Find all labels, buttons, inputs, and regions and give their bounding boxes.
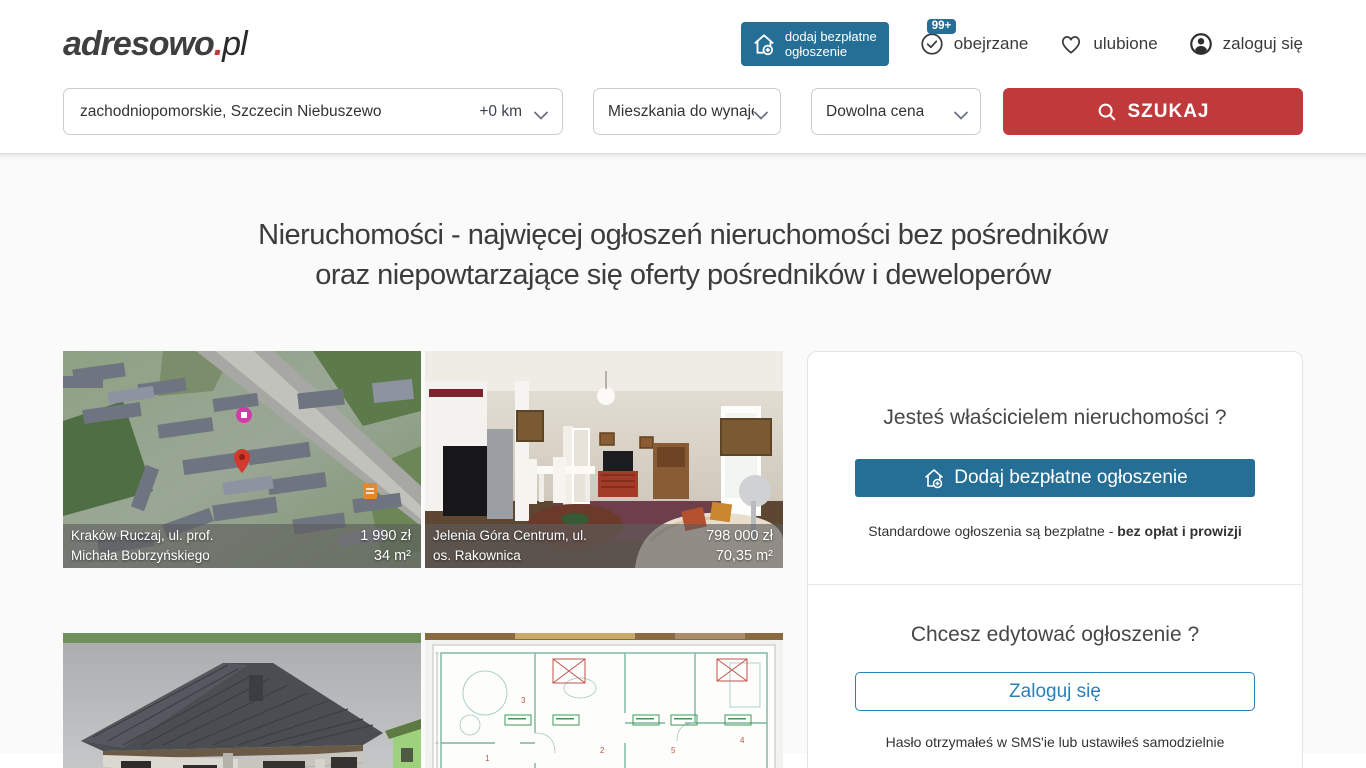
panel-divider — [808, 584, 1302, 585]
category-select[interactable]: Mieszkania do wynajęc — [593, 88, 781, 135]
owner-panel: Jesteś właścicielem nieruchomości ? Doda… — [807, 351, 1303, 768]
login-button-label: Zaloguj się — [1009, 681, 1101, 703]
header: adresowo.pl dodaj bezpłatne ogłoszenie 9… — [0, 0, 1366, 88]
heart-icon — [1058, 31, 1084, 57]
search-bar: zachodniopomorskie, Szczecin Niebuszewo … — [0, 88, 1366, 153]
chevron-down-icon — [754, 107, 768, 116]
edit-heading: Chcesz edytować ogłoszenie ? — [808, 623, 1302, 647]
owner-note: Standardowe ogłoszenia są bezpłatne - be… — [808, 523, 1302, 539]
nav-login[interactable]: zaloguj się — [1188, 31, 1303, 57]
add-listing-button-sidebar[interactable]: Dodaj bezpłatne ogłoszenie — [855, 459, 1255, 497]
user-circle-icon — [1188, 31, 1214, 57]
listing-card[interactable]: Kraków Ruczaj, ul. prof. Michała Bobrzyń… — [63, 351, 421, 568]
svg-text:5: 5 — [671, 746, 676, 755]
edit-note: Hasło otrzymałeś w SMS'ie lub ustawiłeś … — [808, 734, 1302, 750]
chevron-down-icon — [954, 107, 968, 116]
radius-value: +0 km — [479, 103, 534, 121]
price-select[interactable]: Dowolna cena — [811, 88, 981, 135]
search-button-label: SZUKAJ — [1127, 101, 1209, 123]
location-input[interactable]: zachodniopomorskie, Szczecin Niebuszewo … — [63, 88, 563, 135]
nav-viewed-label: obejrzane — [954, 34, 1029, 54]
listing-caption: Kraków Ruczaj, ul. prof. Michała Bobrzyń… — [63, 524, 421, 568]
logo[interactable]: adresowo.pl — [63, 25, 247, 64]
page-title: Nieruchomości - najwięcej ogłoszeń nieru… — [63, 215, 1303, 295]
logo-dot: . — [214, 25, 222, 63]
logo-text: adresowo — [63, 25, 214, 63]
nav-viewed[interactable]: 99+ obejrzane — [919, 31, 1029, 57]
owner-heading: Jesteś właścicielem nieruchomości ? — [808, 406, 1302, 430]
nav-favorites-label: ulubione — [1093, 34, 1157, 54]
listing-card[interactable]: Miroszewice 700 000 zł — [63, 633, 421, 768]
svg-text:3: 3 — [521, 696, 526, 705]
viewed-count-badge: 99+ — [927, 19, 957, 34]
price-value: Dowolna cena — [826, 103, 924, 121]
svg-text:1: 1 — [485, 754, 490, 763]
nav-login-label: zaloguj się — [1223, 34, 1303, 54]
listing-card[interactable]: 325 147 Warszawa Bemowo, ul. 2 900 000 z… — [425, 633, 783, 768]
location-value: zachodniopomorskie, Szczecin Niebuszewo — [80, 103, 382, 121]
add-listing-sidebar-label: Dodaj bezpłatne ogłoszenie — [954, 467, 1187, 489]
listing-price: 798 000 zł — [706, 526, 773, 546]
header-nav: dodaj bezpłatne ogłoszenie 99+ obejrzane… — [741, 22, 1303, 66]
listing-card[interactable]: Jelenia Góra Centrum, ul. os. Rakownica … — [425, 351, 783, 568]
main-content: Nieruchomości - najwięcej ogłoszeń nieru… — [0, 153, 1366, 753]
search-icon — [1096, 101, 1118, 123]
listing-area: 70,35 m² — [706, 546, 773, 566]
house-plus-icon — [751, 31, 777, 57]
chevron-down-icon — [534, 107, 548, 116]
login-button[interactable]: Zaloguj się — [855, 672, 1255, 711]
listing-photo-floor-plan: 325 147 — [425, 633, 783, 768]
house-plus-icon — [922, 466, 946, 490]
nav-favorites[interactable]: ulubione — [1058, 31, 1157, 57]
logo-tld: pl — [222, 25, 246, 63]
svg-text:4: 4 — [740, 736, 745, 745]
add-listing-button[interactable]: dodaj bezpłatne ogłoszenie — [741, 22, 889, 66]
search-button[interactable]: SZUKAJ — [1003, 88, 1303, 135]
svg-text:2: 2 — [600, 746, 605, 755]
listing-caption: Jelenia Góra Centrum, ul. os. Rakownica … — [425, 524, 783, 568]
listing-photo-house-construction — [63, 633, 421, 768]
category-value: Mieszkania do wynajęc — [608, 103, 754, 121]
listing-price: 1 990 zł — [360, 526, 411, 546]
listing-area: 34 m² — [360, 546, 411, 566]
check-circle-icon — [919, 31, 945, 57]
listings-grid: Kraków Ruczaj, ul. prof. Michała Bobrzyń… — [63, 351, 783, 768]
add-listing-label: dodaj bezpłatne ogłoszenie — [785, 29, 877, 59]
